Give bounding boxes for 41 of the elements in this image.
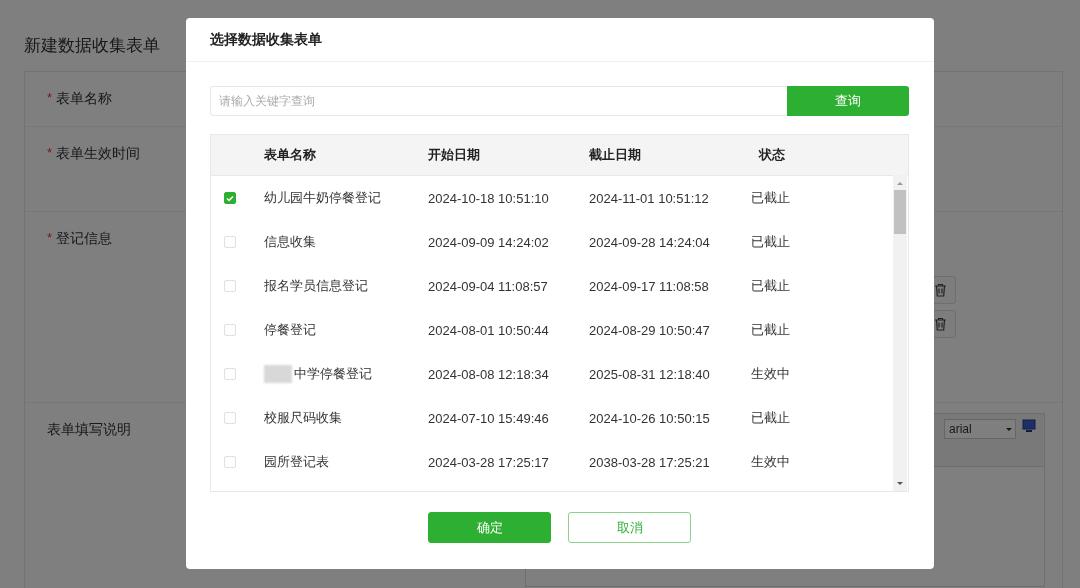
table-cell-text: 2025-08-31 12:18:40	[589, 366, 711, 382]
table-cell-text: 2024-09-09 14:24:02	[428, 234, 550, 250]
table-cell: 中学停餐登记	[294, 365, 372, 383]
table-cell-text: 已截止	[751, 277, 791, 295]
table-cell: 报名学员信息登记	[264, 277, 368, 295]
column-header: 开始日期	[428, 146, 481, 164]
table-cell-text: 已截止	[751, 409, 791, 427]
page-title: 新建数据收集表单	[24, 35, 160, 57]
table-cell-text: 2024-03-28 17:25:17	[428, 454, 550, 470]
table-cell-text: 生效中	[751, 365, 791, 383]
table-cell-text: 2024-08-29 10:50:47	[589, 322, 711, 338]
field-label: 登记信息	[56, 230, 113, 248]
table-cell-text: 2024-09-04 11:08:57	[428, 278, 549, 294]
table-cell-text: 生效中	[751, 453, 791, 471]
table-cell: 停餐登记	[264, 321, 316, 339]
table-cell-text: 2024-09-17 11:08:58	[589, 278, 710, 294]
field-label: 表单名称	[56, 90, 113, 108]
table-cell-text: 2024-10-26 10:50:15	[589, 410, 711, 426]
required-mark: *	[47, 230, 53, 245]
column-header: 状态	[757, 146, 786, 164]
table-cell-text: 2024-08-01 10:50:44	[428, 322, 550, 338]
field-label: 表单生效时间	[56, 145, 141, 163]
table-cell: 幼儿园牛奶停餐登记	[264, 189, 381, 207]
table-cell-text: 已截止	[751, 189, 791, 207]
dialog-title: 选择数据收集表单	[210, 30, 322, 49]
required-mark: *	[47, 145, 53, 160]
table-cell-text: 2024-09-28 14:24:04	[589, 234, 711, 250]
table-cell-text: 已截止	[751, 321, 791, 339]
column-header: 表单名称	[264, 146, 317, 164]
required-mark: *	[47, 90, 53, 105]
table-cell: 校服尺码收集	[264, 409, 342, 427]
table-cell-text: 2024-08-08 12:18:34	[428, 366, 550, 382]
column-header: 截止日期	[589, 146, 642, 164]
field-label: 表单填写说明	[47, 421, 131, 439]
table-cell-text: 2024-10-18 10:51:10	[428, 190, 550, 206]
table-cell-text: 2024-11-01 10:51:12	[589, 190, 710, 206]
table-cell: 信息收集	[264, 233, 316, 251]
table-cell-text: 2038-03-28 17:25:21	[589, 454, 711, 470]
table-cell-text: 2024-07-10 15:49:46	[428, 410, 550, 426]
table-cell: 园所登记表	[264, 453, 329, 471]
table-cell-text: 已截止	[751, 233, 791, 251]
